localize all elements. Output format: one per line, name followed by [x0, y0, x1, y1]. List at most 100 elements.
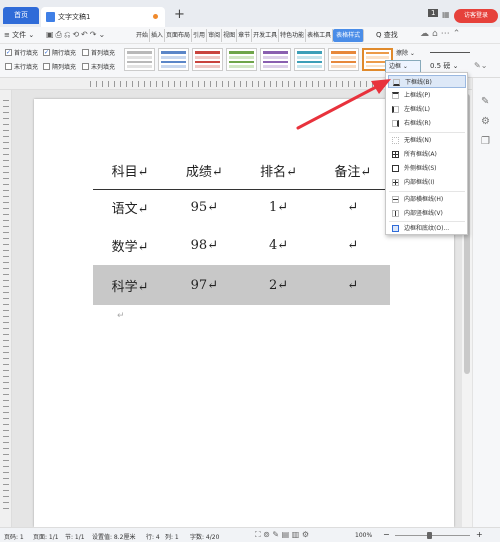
zoom-out-icon[interactable]: − [383, 530, 390, 539]
zoom-level[interactable]: 100% [355, 532, 372, 539]
status-word-count[interactable]: 字数: 4/20 [190, 532, 219, 541]
table-style-swatch[interactable] [260, 48, 291, 71]
table-row[interactable]: 语文↵ 95↵ 1↵ ↵ [93, 189, 390, 225]
tab-review[interactable]: 审阅 [207, 29, 223, 42]
tab-special[interactable]: 特色功能 [279, 29, 307, 42]
table-cell[interactable]: 2↵ [241, 265, 316, 305]
ruler-scale [3, 100, 9, 510]
check-last-row[interactable]: 末行填充 [5, 62, 38, 71]
cloud-icon[interactable]: ☁⌂⋯⌃ [420, 29, 463, 39]
tab-start[interactable]: 开始 [135, 29, 151, 42]
table-style-swatch[interactable] [124, 48, 155, 71]
no-border-icon [392, 137, 399, 144]
edit-icon[interactable]: ✎ [481, 96, 489, 107]
menu-item-label: 下框线(B) [405, 79, 432, 86]
status-column[interactable]: 列: 1 [165, 532, 179, 541]
check-label: 隔列填充 [52, 64, 77, 71]
table-style-swatch[interactable] [328, 48, 359, 71]
tab-section[interactable]: 章节 [237, 29, 253, 42]
menu-item-outside-borders[interactable]: 外侧框线(S) [388, 162, 466, 175]
menu-item-label: 内部竖框线(V) [404, 210, 443, 217]
menu-item-inside-borders[interactable]: 内部框线(I) [388, 176, 466, 189]
menu-item-label: 右框线(R) [404, 120, 431, 127]
table-row[interactable]: 数学↵ 98↵ 4↵ ↵ [93, 225, 390, 265]
check-label: 首列填充 [91, 50, 116, 57]
table-row-selected[interactable]: 科学↵ 97↵ 2↵ ↵ [93, 265, 390, 305]
tab-table-style[interactable]: 表格样式 [333, 29, 365, 42]
table-style-swatch[interactable] [192, 48, 223, 71]
vertical-ruler[interactable] [0, 90, 12, 527]
table-cell[interactable]: 4↵ [242, 225, 316, 265]
status-pages[interactable]: 页面: 1/1 [33, 532, 59, 541]
table-header-row[interactable]: 科目↵ 成绩↵ 排名↵ 备注↵ [93, 153, 390, 190]
menu-item-label: 无框线(N) [404, 137, 432, 144]
zoom-slider-knob[interactable] [427, 532, 432, 539]
tab-view[interactable]: 视图 [222, 29, 238, 42]
check-label: 隔行填充 [52, 50, 77, 57]
table-cell[interactable]: 备注↵ [315, 153, 390, 190]
table-cell[interactable]: 排名↵ [241, 153, 316, 190]
table-cell[interactable]: ↵ [315, 265, 390, 305]
pen-size-select[interactable]: 0.5 磅 ⌄ [430, 61, 458, 71]
table-cell[interactable]: 科学↵ [93, 265, 168, 305]
table-style-swatch[interactable] [226, 48, 257, 71]
zoom-in-icon[interactable]: + [476, 530, 483, 539]
badge-count[interactable]: 1 [428, 9, 439, 17]
table-cell[interactable]: 数学↵ [93, 225, 167, 265]
quick-access-icons[interactable]: ▣⎙⎌⟲↶↷⌄ [46, 30, 107, 40]
tab-table-tools[interactable]: 表格工具 [306, 29, 334, 42]
pen-color-icon[interactable]: ✎⌄ [474, 61, 487, 70]
table-cell[interactable]: 95↵ [167, 189, 241, 225]
menu-item-right-border[interactable]: 右框线(R) [388, 117, 466, 130]
table-cell[interactable]: 科目↵ [93, 153, 168, 190]
tab-insert[interactable]: 插入 [150, 29, 166, 42]
menu-item-left-border[interactable]: 左框线(L) [388, 103, 466, 116]
status-row[interactable]: 行: 4 [146, 532, 160, 541]
pen-style-line[interactable] [430, 52, 470, 53]
tab-reference[interactable]: 引用 [192, 29, 208, 42]
table-cell[interactable]: 语文↵ [93, 189, 167, 225]
new-tab-button[interactable]: + [174, 7, 185, 22]
table-cell[interactable]: 1↵ [242, 189, 316, 225]
menu-item-label: 上框线(P) [404, 92, 431, 99]
checkbox-icon [82, 63, 89, 70]
check-header-fill[interactable]: ✓ 首行填充 [5, 48, 38, 57]
check-last-column[interactable]: 末列填充 [82, 62, 115, 71]
menu-item-inside-vertical[interactable]: 内部竖框线(V) [388, 207, 466, 220]
eraser-button[interactable]: 擦除 ⌄ [396, 48, 415, 57]
copy-icon[interactable]: ❐ [481, 136, 490, 147]
menu-item-all-borders[interactable]: 所有框线(A) [388, 148, 466, 161]
tab-developer[interactable]: 开发工具 [252, 29, 280, 42]
table-cell[interactable]: ↵ [316, 225, 390, 265]
grid-icon[interactable]: ▦ [442, 10, 450, 19]
view-mode-icons[interactable]: ⛶ ⊚ ✎ ▤ ▥ ⚙ [255, 530, 309, 540]
menu-item-inside-horizontal[interactable]: 内部横框线(H) [388, 193, 466, 206]
home-tab[interactable]: 首页 [3, 7, 39, 24]
zoom-slider-track[interactable] [395, 535, 470, 536]
file-menu[interactable]: ≡ 文件 ⌄ [4, 30, 34, 40]
check-banded-rows[interactable]: ✓ 隔行填充 [43, 48, 76, 57]
check-banded-columns[interactable]: 隔列填充 [43, 62, 76, 71]
tab-page-layout[interactable]: 页面布局 [165, 29, 193, 42]
menu-item-no-border[interactable]: 无框线(N) [388, 134, 466, 147]
adjust-icon[interactable]: ⚙ [481, 116, 490, 127]
status-position[interactable]: 设置值: 8.2厘米 [92, 532, 135, 541]
search-button[interactable]: Q 查找 [376, 30, 398, 40]
grade-table[interactable]: 科目↵ 成绩↵ 排名↵ 备注↵ 语文↵ 95↵ 1↵ ↵ 数学↵ 98↵ 4↵ … [93, 153, 390, 305]
table-cell[interactable]: 98↵ [167, 225, 241, 265]
menu-item-borders-and-shading[interactable]: 边框和底纹(O)... [388, 222, 466, 235]
table-style-swatch[interactable] [294, 48, 325, 71]
table-cell[interactable]: ↵ [316, 189, 390, 225]
document-tab[interactable]: 文字文稿1 [41, 7, 165, 27]
check-first-column[interactable]: 首列填充 [82, 48, 115, 57]
table-style-swatch[interactable] [158, 48, 189, 71]
menu-item-bottom-border[interactable]: 下框线(B) [388, 75, 466, 88]
status-section[interactable]: 节: 1/1 [65, 532, 85, 541]
top-border-icon [392, 92, 399, 99]
table-cell[interactable]: 97↵ [167, 265, 242, 305]
login-button[interactable]: 访客登录 [454, 9, 498, 23]
status-page[interactable]: 页码: 1 [4, 532, 24, 541]
menu-item-label: 外侧框线(S) [404, 165, 437, 172]
table-cell[interactable]: 成绩↵ [167, 153, 242, 190]
menu-item-top-border[interactable]: 上框线(P) [388, 89, 466, 102]
